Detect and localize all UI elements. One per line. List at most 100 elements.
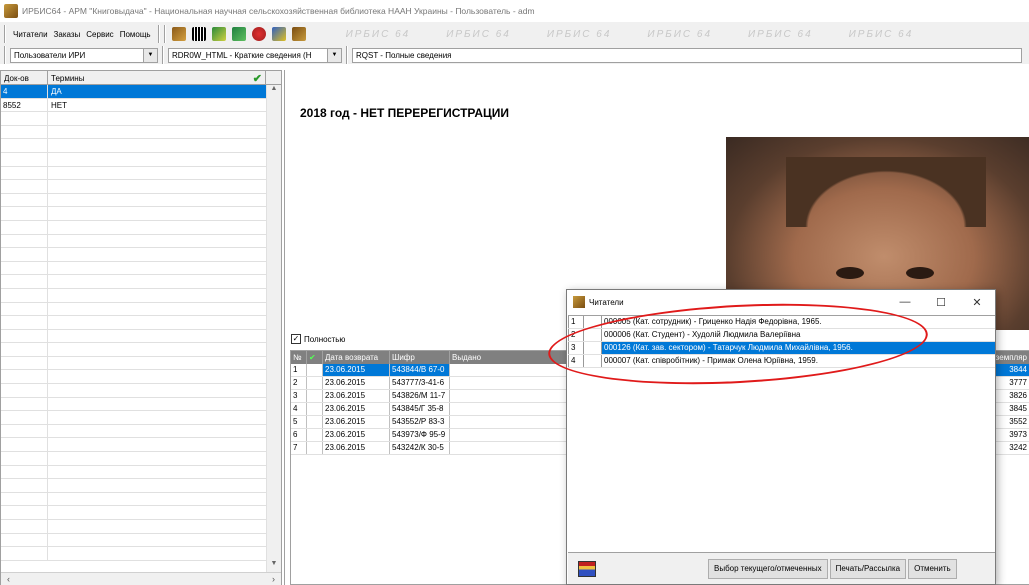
close-icon[interactable]: ✕ xyxy=(959,296,995,309)
table-row[interactable]: 8552 НЕТ xyxy=(1,98,266,113)
chevron-down-icon[interactable]: ▼ xyxy=(143,48,157,62)
cancel-button[interactable]: Отменить xyxy=(908,558,957,579)
reader-row-mark[interactable] xyxy=(584,329,602,341)
empty-cell xyxy=(1,424,48,438)
empty-cell xyxy=(48,139,266,152)
flag-icon[interactable] xyxy=(270,25,288,43)
books-icon[interactable] xyxy=(578,560,596,577)
catalog-icon[interactable] xyxy=(210,25,228,43)
empty-cell xyxy=(48,493,266,506)
loan-mark xyxy=(307,429,323,441)
empty-cell xyxy=(1,397,48,411)
format-select-value: RDR0W_HTML - Краткие сведения (Н xyxy=(172,50,312,60)
empty-table-row xyxy=(1,302,266,317)
barcode-icon[interactable] xyxy=(190,25,208,43)
books-icon[interactable] xyxy=(290,25,308,43)
horizontal-scrollbar[interactable]: ‹ › xyxy=(1,572,281,585)
chevron-down-icon[interactable]: ▼ xyxy=(327,48,341,62)
full-view-toggle[interactable]: ✓ Полностью xyxy=(291,334,345,344)
scroll-up-icon[interactable]: ▲ xyxy=(267,85,281,97)
reader-row-mark[interactable] xyxy=(584,355,602,367)
maximize-icon[interactable]: ☐ xyxy=(923,296,959,309)
reader-row-text: 000006 (Кат. Студент) - Худолій Людмила … xyxy=(604,330,801,339)
watermark-text: ИРБИС 64 xyxy=(446,28,511,40)
term-count: 8552 xyxy=(1,98,48,112)
checkmark-icon[interactable]: ✔ xyxy=(307,351,323,364)
list-item[interactable]: 1 000005 (Кат. сотрудник) - Гриценко Над… xyxy=(568,316,995,329)
empty-table-row xyxy=(1,112,266,126)
dialog-footer: Выбор текущего/отмеченных Печать/Рассылк… xyxy=(568,552,995,584)
empty-cell xyxy=(48,384,266,397)
loan-mark xyxy=(307,390,323,402)
full-view-checkbox[interactable]: ✓ xyxy=(291,334,301,344)
reader-row-mark[interactable] xyxy=(584,316,602,328)
empty-cell xyxy=(48,466,266,479)
column-header-return-date[interactable]: Дата возврата xyxy=(323,351,390,364)
empty-table-row xyxy=(1,288,266,303)
empty-table-row xyxy=(1,356,266,371)
empty-table-row xyxy=(1,329,266,344)
loan-code: 543552/Р 83-3 xyxy=(390,416,450,428)
empty-cell xyxy=(48,194,266,207)
irbis-app-icon xyxy=(573,296,585,308)
reader-row-number: 2 xyxy=(568,329,584,341)
menu-readers[interactable]: Читатели xyxy=(10,30,51,39)
empty-cell xyxy=(48,275,266,288)
query-format-field[interactable]: RQST - Полные сведения xyxy=(352,47,1022,63)
toolbar-separator xyxy=(4,25,6,43)
loan-mark xyxy=(307,416,323,428)
minimize-icon[interactable]: — xyxy=(887,296,923,308)
column-header-code[interactable]: Шифр xyxy=(390,351,450,364)
empty-cell xyxy=(48,343,266,356)
empty-table-row xyxy=(1,452,266,466)
empty-cell xyxy=(1,438,48,452)
settings-icon[interactable] xyxy=(250,25,268,43)
loan-mark xyxy=(307,364,323,376)
vertical-scrollbar[interactable]: ▲ ▼ xyxy=(266,85,281,572)
list-item[interactable]: 2 000006 (Кат. Студент) - Худолій Людмил… xyxy=(568,329,995,342)
empty-cell xyxy=(48,438,266,451)
empty-cell xyxy=(1,492,48,506)
dialog-title: Читатели xyxy=(589,297,624,307)
empty-table-row xyxy=(1,316,266,330)
menu-help[interactable]: Помощь xyxy=(117,30,154,39)
select-current-button[interactable]: Выбор текущего/отмеченных xyxy=(708,558,828,579)
empty-cell xyxy=(1,125,48,139)
readers-dialog: Читатели — ☐ ✕ 1 000005 (Кат. сотрудник)… xyxy=(566,289,996,585)
readers-list: 1 000005 (Кат. сотрудник) - Гриценко Над… xyxy=(568,315,995,552)
empty-cell xyxy=(48,357,266,370)
menu-service[interactable]: Сервис xyxy=(83,30,116,39)
menu-orders[interactable]: Заказы xyxy=(51,30,84,39)
empty-table-row xyxy=(1,479,266,493)
table-icon[interactable] xyxy=(230,25,248,43)
scroll-right-icon[interactable]: › xyxy=(272,574,275,584)
table-row[interactable]: 4 ДА xyxy=(1,85,266,99)
format-select[interactable]: RDR0W_HTML - Краткие сведения (Н ▼ xyxy=(168,47,342,63)
scroll-left-icon[interactable]: ‹ xyxy=(7,574,10,584)
empty-cell xyxy=(48,398,266,411)
column-header-count[interactable]: Док-ов xyxy=(1,71,48,85)
list-item[interactable]: 3 000126 (Кат. зав. сектором) - Татарчук… xyxy=(568,342,995,355)
loan-return-date: 23.06.2015 xyxy=(323,416,390,428)
reader-row-mark[interactable] xyxy=(584,342,602,354)
empty-cell xyxy=(1,547,48,560)
scroll-down-icon[interactable]: ▼ xyxy=(267,560,281,572)
empty-cell xyxy=(1,275,48,288)
list-item[interactable]: 4 000007 (Кат. співробітник) - Примак Ол… xyxy=(568,355,995,368)
terms-grid: 4 ДА 8552 НЕТ xyxy=(1,85,266,572)
column-header-number[interactable]: № xyxy=(291,351,307,364)
dialog-title-bar[interactable]: Читатели — ☐ ✕ xyxy=(567,290,995,314)
checkmark-icon: ✔ xyxy=(252,72,262,85)
terms-header: Док-ов Термины ✔ xyxy=(1,71,281,85)
print-mailing-button[interactable]: Печать/Рассылка xyxy=(829,558,907,579)
column-header-terms-label: Термины xyxy=(51,73,85,83)
database-select[interactable]: Пользователи ИРИ ▼ xyxy=(10,47,158,63)
loan-code: 543826/М 11-7 xyxy=(390,390,450,402)
reader-icon[interactable] xyxy=(170,25,188,43)
empty-cell xyxy=(1,261,48,275)
empty-table-row xyxy=(1,506,266,520)
empty-cell xyxy=(48,235,266,248)
empty-cell xyxy=(48,289,266,302)
column-header-terms[interactable]: Термины ✔ xyxy=(48,71,266,85)
empty-table-row xyxy=(1,343,266,357)
